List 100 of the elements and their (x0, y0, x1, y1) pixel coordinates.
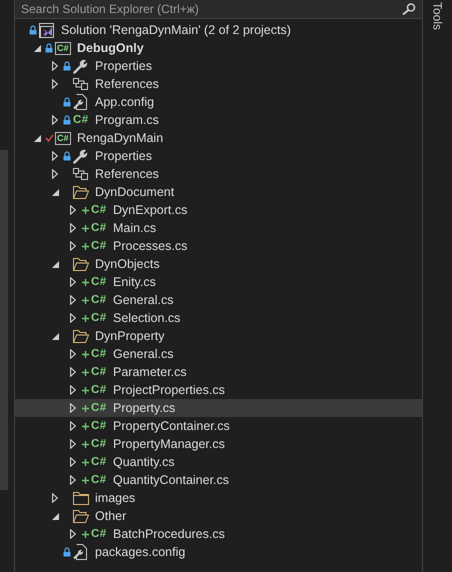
tools-tab[interactable]: Tools (430, 2, 444, 30)
tree-item[interactable]: C# General.cs (15, 291, 422, 309)
collapsed-arrow-icon[interactable] (70, 241, 76, 251)
open-folder-icon (73, 258, 89, 270)
item-label: RengaDynMain (77, 131, 164, 145)
collapsed-arrow-icon[interactable] (70, 205, 76, 215)
item-label: images (95, 491, 136, 505)
tree-item[interactable]: Solution 'RengaDynMain' (2 of 2 projects) (15, 21, 422, 39)
config-file-icon (73, 94, 87, 110)
search-field[interactable]: Search Solution Explorer (Ctrl+ж) (21, 2, 402, 16)
expanded-arrow-icon[interactable] (34, 44, 40, 52)
open-folder-icon (73, 186, 89, 198)
tree-item[interactable]: C# PropertyContainer.cs (15, 417, 422, 435)
item-label: Other (95, 509, 126, 523)
item-label: packages.config (95, 545, 186, 559)
csharp-file-icon: C# (91, 384, 107, 396)
collapsed-arrow-icon[interactable] (70, 367, 76, 377)
search-icon (402, 3, 416, 15)
tree-item[interactable]: Other (15, 507, 422, 525)
item-label: DebugOnly (77, 41, 144, 55)
folder-icon (73, 492, 89, 504)
tree-item[interactable]: C# ProjectProperties.cs (15, 381, 422, 399)
tree-item[interactable]: C# DebugOnly (15, 39, 422, 57)
csharp-project-icon: C# (55, 132, 71, 144)
collapsed-arrow-icon[interactable] (70, 277, 76, 287)
expanded-arrow-icon[interactable] (52, 332, 58, 340)
collapsed-arrow-icon[interactable] (70, 529, 76, 539)
collapsed-arrow-icon[interactable] (70, 403, 76, 413)
tree-item[interactable]: App.config (15, 93, 422, 111)
csharp-file-icon: C# (91, 420, 107, 432)
collapsed-arrow-icon[interactable] (52, 79, 58, 89)
tree-item[interactable]: C# Main.cs (15, 219, 422, 237)
tree-item[interactable]: C# Selection.cs (15, 309, 422, 327)
csharp-file-icon: C# (91, 240, 107, 252)
collapsed-arrow-icon[interactable] (70, 421, 76, 431)
tree-item[interactable]: C# DynExport.cs (15, 201, 422, 219)
tree-item[interactable]: C# PropertyManager.cs (15, 435, 422, 453)
item-label: Program.cs (95, 113, 159, 127)
references-icon (73, 78, 88, 90)
collapsed-arrow-icon[interactable] (52, 61, 58, 71)
item-label: References (95, 167, 159, 181)
collapsed-arrow-icon[interactable] (52, 493, 58, 503)
item-label: Enity.cs (113, 275, 156, 289)
collapsed-arrow-icon[interactable] (52, 151, 58, 161)
collapsed-arrow-icon[interactable] (70, 385, 76, 395)
tree-item[interactable]: C# Parameter.cs (15, 363, 422, 381)
item-label: General.cs (113, 293, 174, 307)
tree-item[interactable]: DynDocument (15, 183, 422, 201)
tree-item[interactable]: images (15, 489, 422, 507)
item-label: Main.cs (113, 221, 156, 235)
item-label: References (95, 77, 159, 91)
tree-item[interactable]: C# Property.cs (15, 399, 422, 417)
tree-item[interactable]: References (15, 165, 422, 183)
collapsed-arrow-icon[interactable] (70, 439, 76, 449)
csharp-file-icon: C# (91, 528, 107, 540)
collapsed-arrow-icon[interactable] (70, 223, 76, 233)
expanded-arrow-icon[interactable] (52, 260, 58, 268)
csharp-file-icon: C# (91, 294, 107, 306)
wrench-icon (73, 58, 88, 74)
collapsed-arrow-icon[interactable] (70, 295, 76, 305)
collapsed-arrow-icon[interactable] (70, 475, 76, 485)
collapsed-arrow-icon[interactable] (70, 313, 76, 323)
tree-item[interactable]: Properties (15, 57, 422, 75)
item-label: Solution 'RengaDynMain' (2 of 2 projects) (61, 23, 291, 37)
csharp-file-icon: C# (91, 402, 107, 414)
search-box[interactable]: Search Solution Explorer (Ctrl+ж) (15, 0, 422, 19)
tree-item[interactable]: DynProperty (15, 327, 422, 345)
item-label: App.config (95, 95, 154, 109)
item-label: DynObjects (95, 257, 160, 271)
collapsed-arrow-icon[interactable] (70, 457, 76, 467)
expanded-arrow-icon[interactable] (52, 188, 58, 196)
tree-item[interactable]: C# General.cs (15, 345, 422, 363)
tree-item[interactable]: References (15, 75, 422, 93)
item-label: Properties (95, 149, 152, 163)
csharp-file-icon: C# (91, 474, 107, 486)
collapsed-arrow-icon[interactable] (52, 115, 58, 125)
tree-item[interactable]: C# Program.cs (15, 111, 422, 129)
item-label: BatchProcedures.cs (113, 527, 225, 541)
tree-item[interactable]: packages.config (15, 543, 422, 561)
tree-item[interactable]: C# Quantity.cs (15, 453, 422, 471)
csharp-file-icon: C# (91, 348, 107, 360)
collapsed-arrow-icon[interactable] (52, 169, 58, 179)
tree-item[interactable]: C# RengaDynMain (15, 129, 422, 147)
collapsed-arrow-icon[interactable] (70, 349, 76, 359)
references-icon (73, 168, 88, 180)
wrench-icon (73, 148, 88, 164)
expanded-arrow-icon[interactable] (34, 134, 40, 142)
csharp-file-icon: C# (73, 114, 89, 126)
csharp-file-icon: C# (91, 222, 107, 234)
tree-item[interactable]: DynObjects (15, 255, 422, 273)
item-label: ProjectProperties.cs (113, 383, 225, 397)
tree-item[interactable]: C# Processes.cs (15, 237, 422, 255)
tree-item[interactable]: C# QuantityContainer.cs (15, 471, 422, 489)
item-label: PropertyManager.cs (113, 437, 225, 451)
tree-item[interactable]: C# Enity.cs (15, 273, 422, 291)
open-folder-icon (73, 510, 89, 522)
tree-item[interactable]: C# BatchProcedures.cs (15, 525, 422, 543)
tree-item[interactable]: Properties (15, 147, 422, 165)
expanded-arrow-icon[interactable] (52, 512, 58, 520)
csharp-file-icon: C# (91, 276, 107, 288)
